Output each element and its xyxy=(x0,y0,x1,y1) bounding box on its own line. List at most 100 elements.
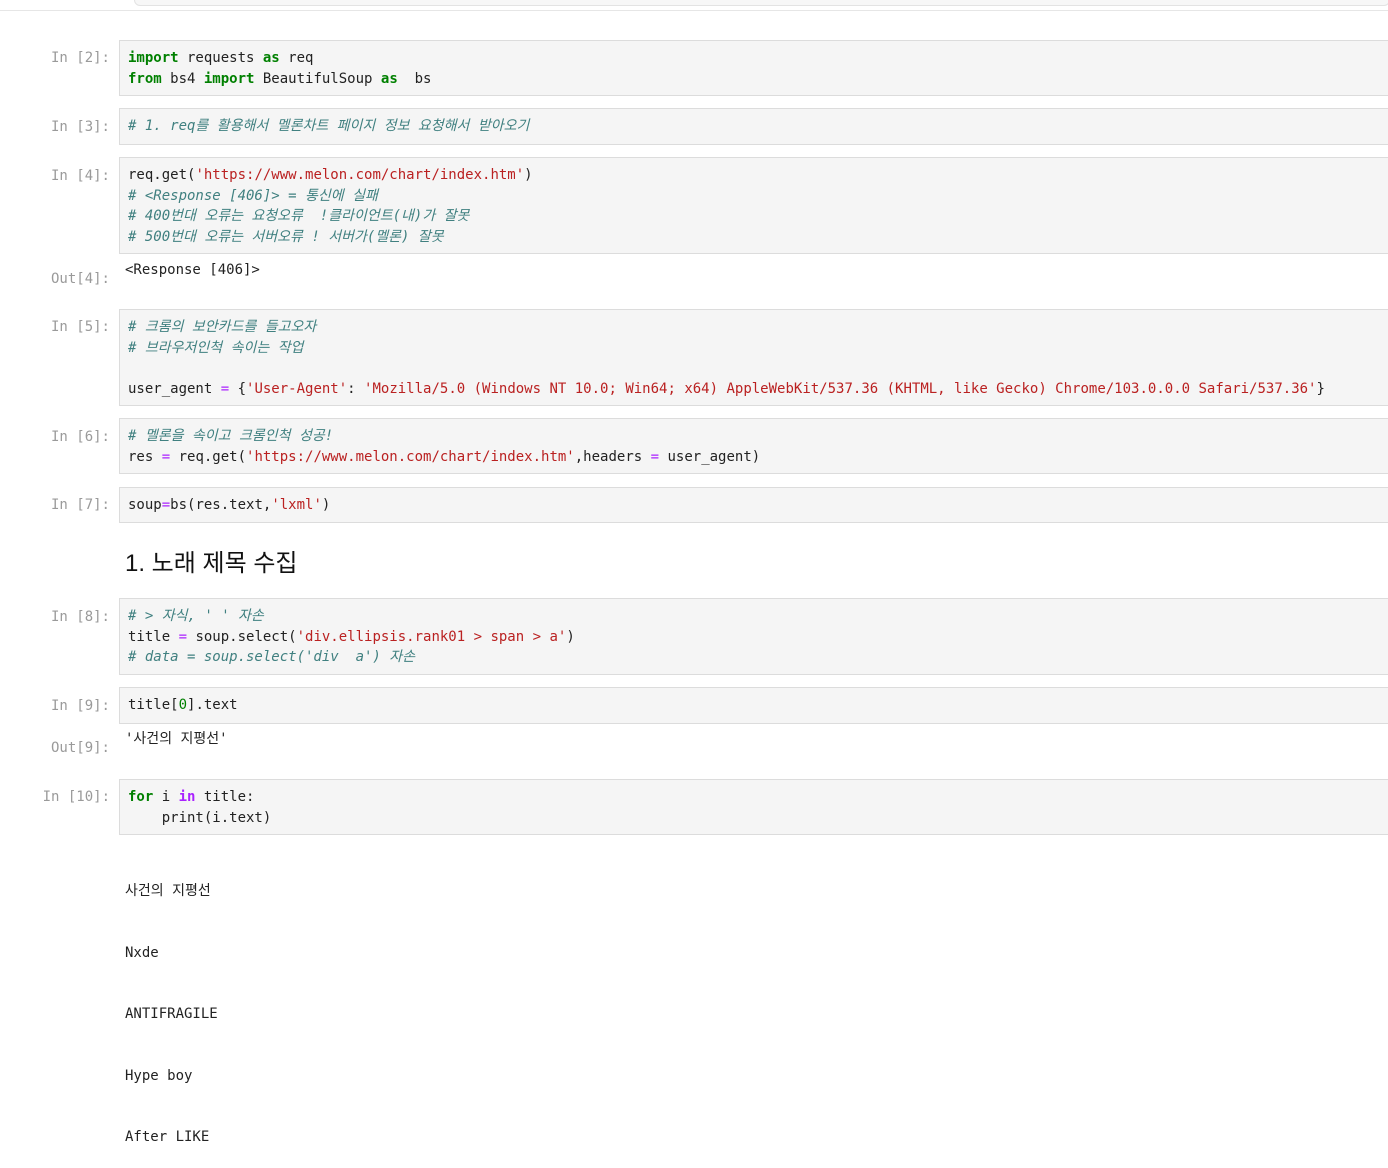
code-cell[interactable]: # 멜론을 속이고 크롬인척 성공! res = req.get('https:/… xyxy=(119,418,1388,474)
comment-token: # 1. req를 활용해서 멜론차트 페이지 정보 요청해서 받아오기 xyxy=(128,118,530,134)
code-token: req.get( xyxy=(128,167,196,183)
notebook-toolbar-edge xyxy=(0,0,1388,11)
comment-token: # 크롬의 보안카드를 들고오자 xyxy=(128,319,317,335)
string-token: 'div.ellipsis.rank01 > span > a' xyxy=(296,628,567,645)
output-line: ANTIFRAGILE xyxy=(125,1006,218,1022)
input-prompt: In [10]: xyxy=(42,789,110,805)
output-line: After LIKE xyxy=(125,1129,210,1145)
code-cell[interactable]: import requests as req from bs4 import Be… xyxy=(119,40,1388,96)
code-token: title[ xyxy=(128,697,179,713)
keyword-token: import xyxy=(203,70,255,87)
output-line: Nxde xyxy=(125,944,159,961)
code-token: bs xyxy=(397,70,432,87)
code-token: req.get( xyxy=(170,448,247,465)
code-line: title[0].text xyxy=(128,695,1380,716)
string-token: 'User-Agent' xyxy=(246,380,348,397)
code-token: title xyxy=(128,628,179,645)
code-token: ) xyxy=(321,497,331,513)
operator-token: in xyxy=(178,789,196,805)
code-token: soup xyxy=(128,497,162,513)
code-token: } xyxy=(1316,380,1325,397)
string-token: 'lxml' xyxy=(271,497,322,513)
comment-token: # 400번대 오류는 요청오류 !클라이언트(내)가 잘못 xyxy=(128,208,470,224)
keyword-token: as xyxy=(262,50,280,66)
code-token: ) xyxy=(566,628,575,645)
code-token: requests xyxy=(178,50,263,66)
code-line: soup=bs(res.text,'lxml') xyxy=(128,495,1380,516)
string-token: 'Mozilla/5.0 (Windows NT 10.0; Win64; x6… xyxy=(364,380,1317,397)
markdown-heading[interactable]: 1. 노래 제목 수집 xyxy=(125,548,298,580)
code-token: print(i.text) xyxy=(128,809,272,826)
operator-token: = xyxy=(161,497,171,513)
number-token: 0 xyxy=(178,697,188,713)
code-token: bs(res.text, xyxy=(170,497,272,513)
input-prompt: In [4]: xyxy=(50,168,110,184)
keyword-token: for xyxy=(128,789,154,805)
operator-token: = xyxy=(220,380,230,397)
code-line: # <Response [406]> = 통신에 실패 xyxy=(128,186,1380,207)
code-token: ) xyxy=(524,167,533,183)
code-cell[interactable]: req.get('https://www.melon.com/chart/ind… xyxy=(119,157,1388,254)
stream-output: 사건의 지평선 Nxde ANTIFRAGILE Hype boy After … xyxy=(125,840,218,1168)
operator-token: = xyxy=(650,448,660,465)
code-cell[interactable]: soup=bs(res.text,'lxml') xyxy=(119,487,1388,523)
output-line: Hype boy xyxy=(125,1067,193,1084)
string-token: 'https://www.melon.com/chart/index.htm' xyxy=(246,448,575,465)
code-cell[interactable]: for i in title: print(i.text) xyxy=(119,779,1388,835)
code-token: res xyxy=(128,448,162,465)
keyword-token: as xyxy=(380,70,398,87)
code-line: # > 자식, ' ' 자손 xyxy=(128,606,1380,627)
comment-token: # data = soup.select('div a') 자손 xyxy=(128,649,416,665)
code-line: # 1. req를 활용해서 멜론차트 페이지 정보 요청해서 받아오기 xyxy=(128,116,1380,137)
code-token: soup.select( xyxy=(187,628,297,645)
code-line: res = req.get('https://www.melon.com/cha… xyxy=(128,447,1380,468)
code-line: # 브라우저인척 속이는 작업 xyxy=(128,338,1380,359)
code-token: user_agent) xyxy=(659,448,761,465)
code-line: # 400번대 오류는 요청오류 !클라이언트(내)가 잘못 xyxy=(128,206,1380,227)
operator-token: = xyxy=(161,448,171,465)
keyword-token: import xyxy=(128,50,179,66)
string-token: 'https://www.melon.com/chart/index.htm' xyxy=(195,167,525,183)
code-line: from bs4 import BeautifulSoup as bs xyxy=(128,69,1380,90)
code-cell[interactable]: # > 자식, ' ' 자손 title = soup.select('div.e… xyxy=(119,598,1388,675)
input-prompt: In [9]: xyxy=(50,698,110,714)
code-line: user_agent = {'User-Agent': 'Mozilla/5.0… xyxy=(128,379,1380,400)
code-line: # 크롬의 보안카드를 들고오자 xyxy=(128,317,1380,338)
comment-token: # 브라우저인척 속이는 작업 xyxy=(128,339,304,356)
code-cell[interactable]: # 크롬의 보안카드를 들고오자 # 브라우저인척 속이는 작업 user_agen… xyxy=(119,309,1388,406)
input-prompt: In [6]: xyxy=(50,429,110,445)
code-token: title: xyxy=(195,789,255,805)
code-token: req xyxy=(279,50,314,66)
input-prompt: In [7]: xyxy=(50,497,110,513)
code-token: ,headers xyxy=(574,448,651,465)
input-prompt: In [3]: xyxy=(50,119,110,135)
code-token: ].text xyxy=(187,697,238,713)
code-cell[interactable]: # 1. req를 활용해서 멜론차트 페이지 정보 요청해서 받아오기 xyxy=(119,108,1388,145)
input-prompt: In [8]: xyxy=(50,609,110,625)
output-prompt: Out[4]: xyxy=(50,271,110,287)
code-token: user_agent xyxy=(128,380,221,397)
code-line: req.get('https://www.melon.com/chart/ind… xyxy=(128,165,1380,186)
code-token: : xyxy=(347,380,365,397)
code-line: # 500번대 오류는 서버오류 ! 서버가(멜론) 잘못 xyxy=(128,227,1380,248)
code-cell[interactable]: title[0].text xyxy=(119,687,1388,724)
code-line: import requests as req xyxy=(128,48,1380,69)
cell-output: <Response [406]> xyxy=(125,262,260,278)
code-line: for i in title: xyxy=(128,787,1380,808)
cell-output: '사건의 지평선' xyxy=(125,731,228,747)
output-line: 사건의 지평선 xyxy=(125,883,211,899)
keyword-token: from xyxy=(128,70,162,87)
comment-token: # > 자식, ' ' 자손 xyxy=(128,608,264,624)
code-token: i xyxy=(153,789,179,805)
code-line: title = soup.select('div.ellipsis.rank01… xyxy=(128,627,1380,648)
operator-token: = xyxy=(178,628,188,645)
code-token: bs4 xyxy=(161,70,204,87)
code-line: # 멜론을 속이고 크롬인척 성공! xyxy=(128,426,1380,447)
input-prompt: In [2]: xyxy=(50,50,110,66)
code-token: BeautifulSoup xyxy=(254,70,381,87)
code-line: print(i.text) xyxy=(128,808,1380,829)
code-line: # data = soup.select('div a') 자손 xyxy=(128,647,1380,668)
comment-token: # <Response [406]> = 통신에 실패 xyxy=(128,187,378,204)
input-prompt: In [5]: xyxy=(50,319,110,335)
